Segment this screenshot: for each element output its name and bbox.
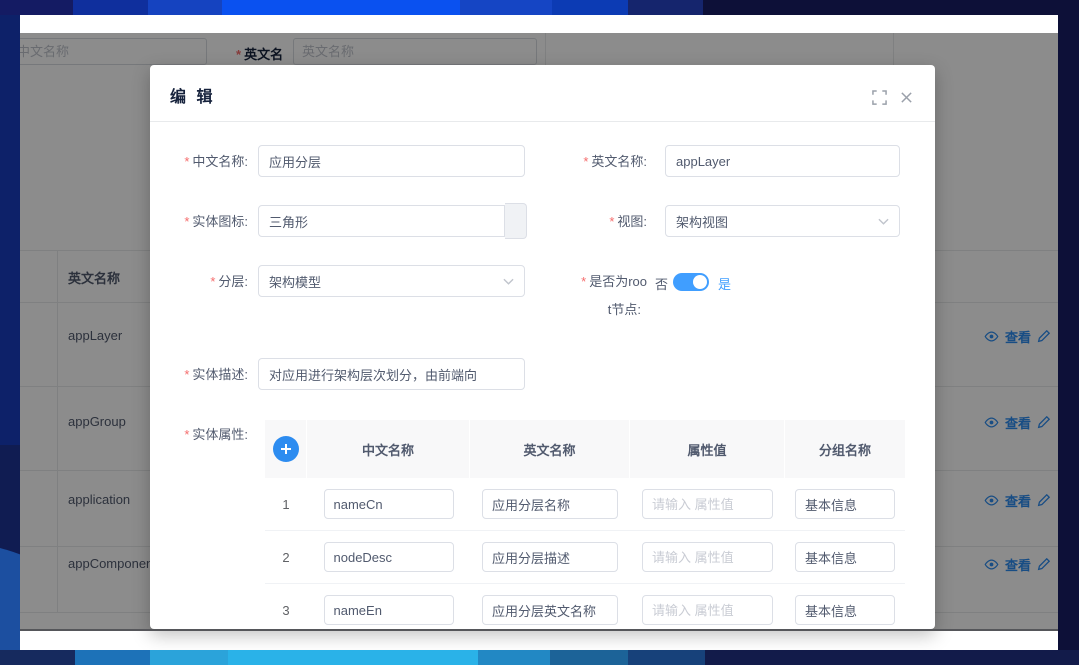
add-attr-cell <box>265 420 307 478</box>
attr-row: 2 <box>265 531 905 584</box>
screen: *英文名 英文名称 appLayer appGroup application … <box>0 0 1079 665</box>
fullscreen-button[interactable] <box>872 90 887 110</box>
attr-cn-input[interactable] <box>482 542 618 572</box>
add-attr-button[interactable] <box>273 436 299 462</box>
is-root-toggle[interactable] <box>673 273 709 291</box>
attr-value-input[interactable] <box>642 595 773 625</box>
attr-col-header: 属性值 <box>630 420 785 478</box>
name-en-input[interactable] <box>665 145 900 177</box>
entity-icon-label: *实体图标: <box>150 214 248 230</box>
entity-desc-input[interactable] <box>258 358 525 390</box>
icon-picker-addon[interactable] <box>505 203 527 239</box>
required-asterisk: * <box>184 427 189 442</box>
attr-col-header: 中文名称 <box>307 420 470 478</box>
plus-icon <box>280 443 292 455</box>
attr-value-input[interactable] <box>642 542 773 572</box>
page-footer-divider <box>20 629 1058 631</box>
attr-group-input[interactable] <box>795 595 895 625</box>
view-select[interactable]: 架构视图 <box>665 205 900 237</box>
name-cn-input[interactable] <box>258 145 525 177</box>
entity-desc-label: *实体描述: <box>150 367 248 383</box>
view-select-value: 架构视图 <box>676 212 878 231</box>
required-asterisk: * <box>581 274 586 289</box>
attr-row: 1 <box>265 478 905 531</box>
attr-row-index: 3 <box>282 603 289 618</box>
modal-header: 编 辑 <box>150 65 935 122</box>
attr-col-header: 英文名称 <box>470 420 630 478</box>
required-asterisk: * <box>210 274 215 289</box>
fullscreen-icon <box>872 90 887 105</box>
attr-table: 中文名称 英文名称 属性值 分组名称 1 2 3 <box>265 420 905 629</box>
required-asterisk: * <box>184 154 189 169</box>
entity-icon-input[interactable] <box>258 205 505 237</box>
layer-label: *分层: <box>150 274 248 290</box>
frame-top-band <box>0 0 1079 15</box>
attr-key-input[interactable] <box>324 595 454 625</box>
chevron-down-icon <box>878 218 889 225</box>
attr-row-index: 2 <box>282 550 289 565</box>
toggle-on-text: 是 <box>718 274 731 293</box>
entity-attrs-label: *实体属性: <box>150 427 248 443</box>
frame-bottom-band <box>0 650 1079 665</box>
required-asterisk: * <box>583 154 588 169</box>
view-label: *视图: <box>540 214 647 230</box>
edit-modal: 编 辑 *中文名称: *英文名称: *实体图标: *视图: 架构视图 *分层: … <box>150 65 935 629</box>
name-en-label: *英文名称: <box>540 154 647 170</box>
layer-select[interactable]: 架构模型 <box>258 265 525 297</box>
chevron-down-icon <box>503 278 514 285</box>
attr-group-input[interactable] <box>795 489 895 519</box>
layer-select-value: 架构模型 <box>269 272 503 291</box>
required-asterisk: * <box>184 367 189 382</box>
frame-right-band <box>1058 15 1079 650</box>
required-asterisk: * <box>184 214 189 229</box>
attr-col-header: 分组名称 <box>785 420 905 478</box>
close-button[interactable] <box>900 91 913 109</box>
attr-cn-input[interactable] <box>482 595 618 625</box>
frame-left-band <box>0 15 20 650</box>
required-asterisk: * <box>609 214 614 229</box>
attr-cn-input[interactable] <box>482 489 618 519</box>
toggle-off-text: 否 <box>655 274 668 293</box>
close-icon <box>900 91 913 104</box>
name-cn-label: *中文名称: <box>150 154 248 170</box>
modal-title: 编 辑 <box>170 83 215 107</box>
attr-group-input[interactable] <box>795 542 895 572</box>
attr-key-input[interactable] <box>324 542 454 572</box>
frame-circle-decoration <box>0 540 20 650</box>
attr-key-input[interactable] <box>324 489 454 519</box>
attr-table-header: 中文名称 英文名称 属性值 分组名称 <box>265 420 905 478</box>
is-root-label: *是否为root节点: <box>540 274 647 318</box>
attr-value-input[interactable] <box>642 489 773 519</box>
attr-row: 3 <box>265 584 905 629</box>
attr-row-index: 1 <box>282 497 289 512</box>
toggle-knob <box>693 275 707 289</box>
